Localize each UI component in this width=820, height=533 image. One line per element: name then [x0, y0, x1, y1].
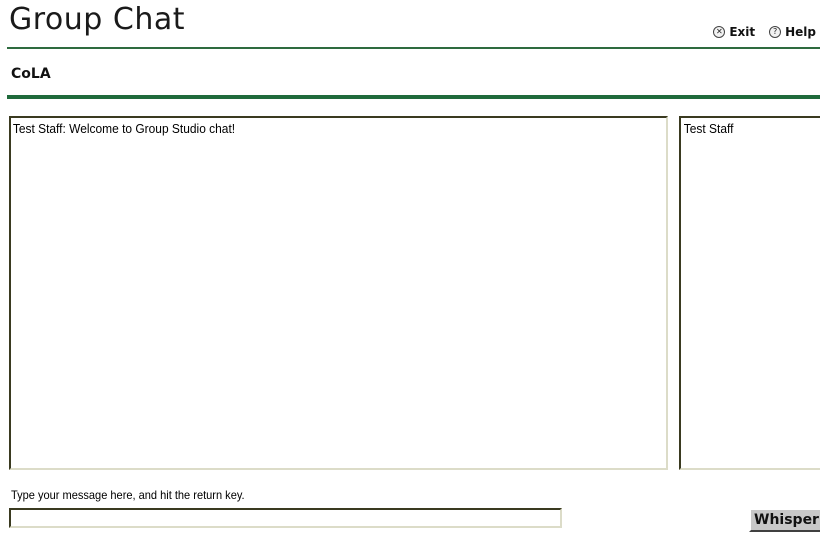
whisper-button[interactable]: Whisper — [749, 508, 820, 532]
exit-label: Exit — [729, 25, 756, 39]
group-name: CoLA — [11, 66, 51, 82]
chat-log[interactable]: Test Staff: Welcome to Group Studio chat… — [9, 116, 668, 470]
section-divider — [7, 95, 820, 99]
header-divider — [7, 47, 820, 49]
user-list[interactable]: Test Staff — [679, 116, 820, 470]
message-instructions: Type your message here, and hit the retu… — [11, 488, 245, 502]
exit-link[interactable]: ✕ Exit — [713, 25, 755, 39]
help-link[interactable]: ? Help — [769, 25, 816, 39]
help-icon: ? — [769, 26, 782, 38]
chat-message: Test Staff: Welcome to Group Studio chat… — [12, 121, 236, 136]
help-label: Help — [785, 25, 816, 39]
message-input[interactable] — [9, 508, 562, 528]
top-links: ✕ Exit ? Help — [713, 25, 816, 39]
user-list-item[interactable]: Test Staff — [681, 118, 814, 136]
page-title: Group Chat — [9, 2, 185, 37]
close-icon: ✕ — [713, 26, 726, 38]
